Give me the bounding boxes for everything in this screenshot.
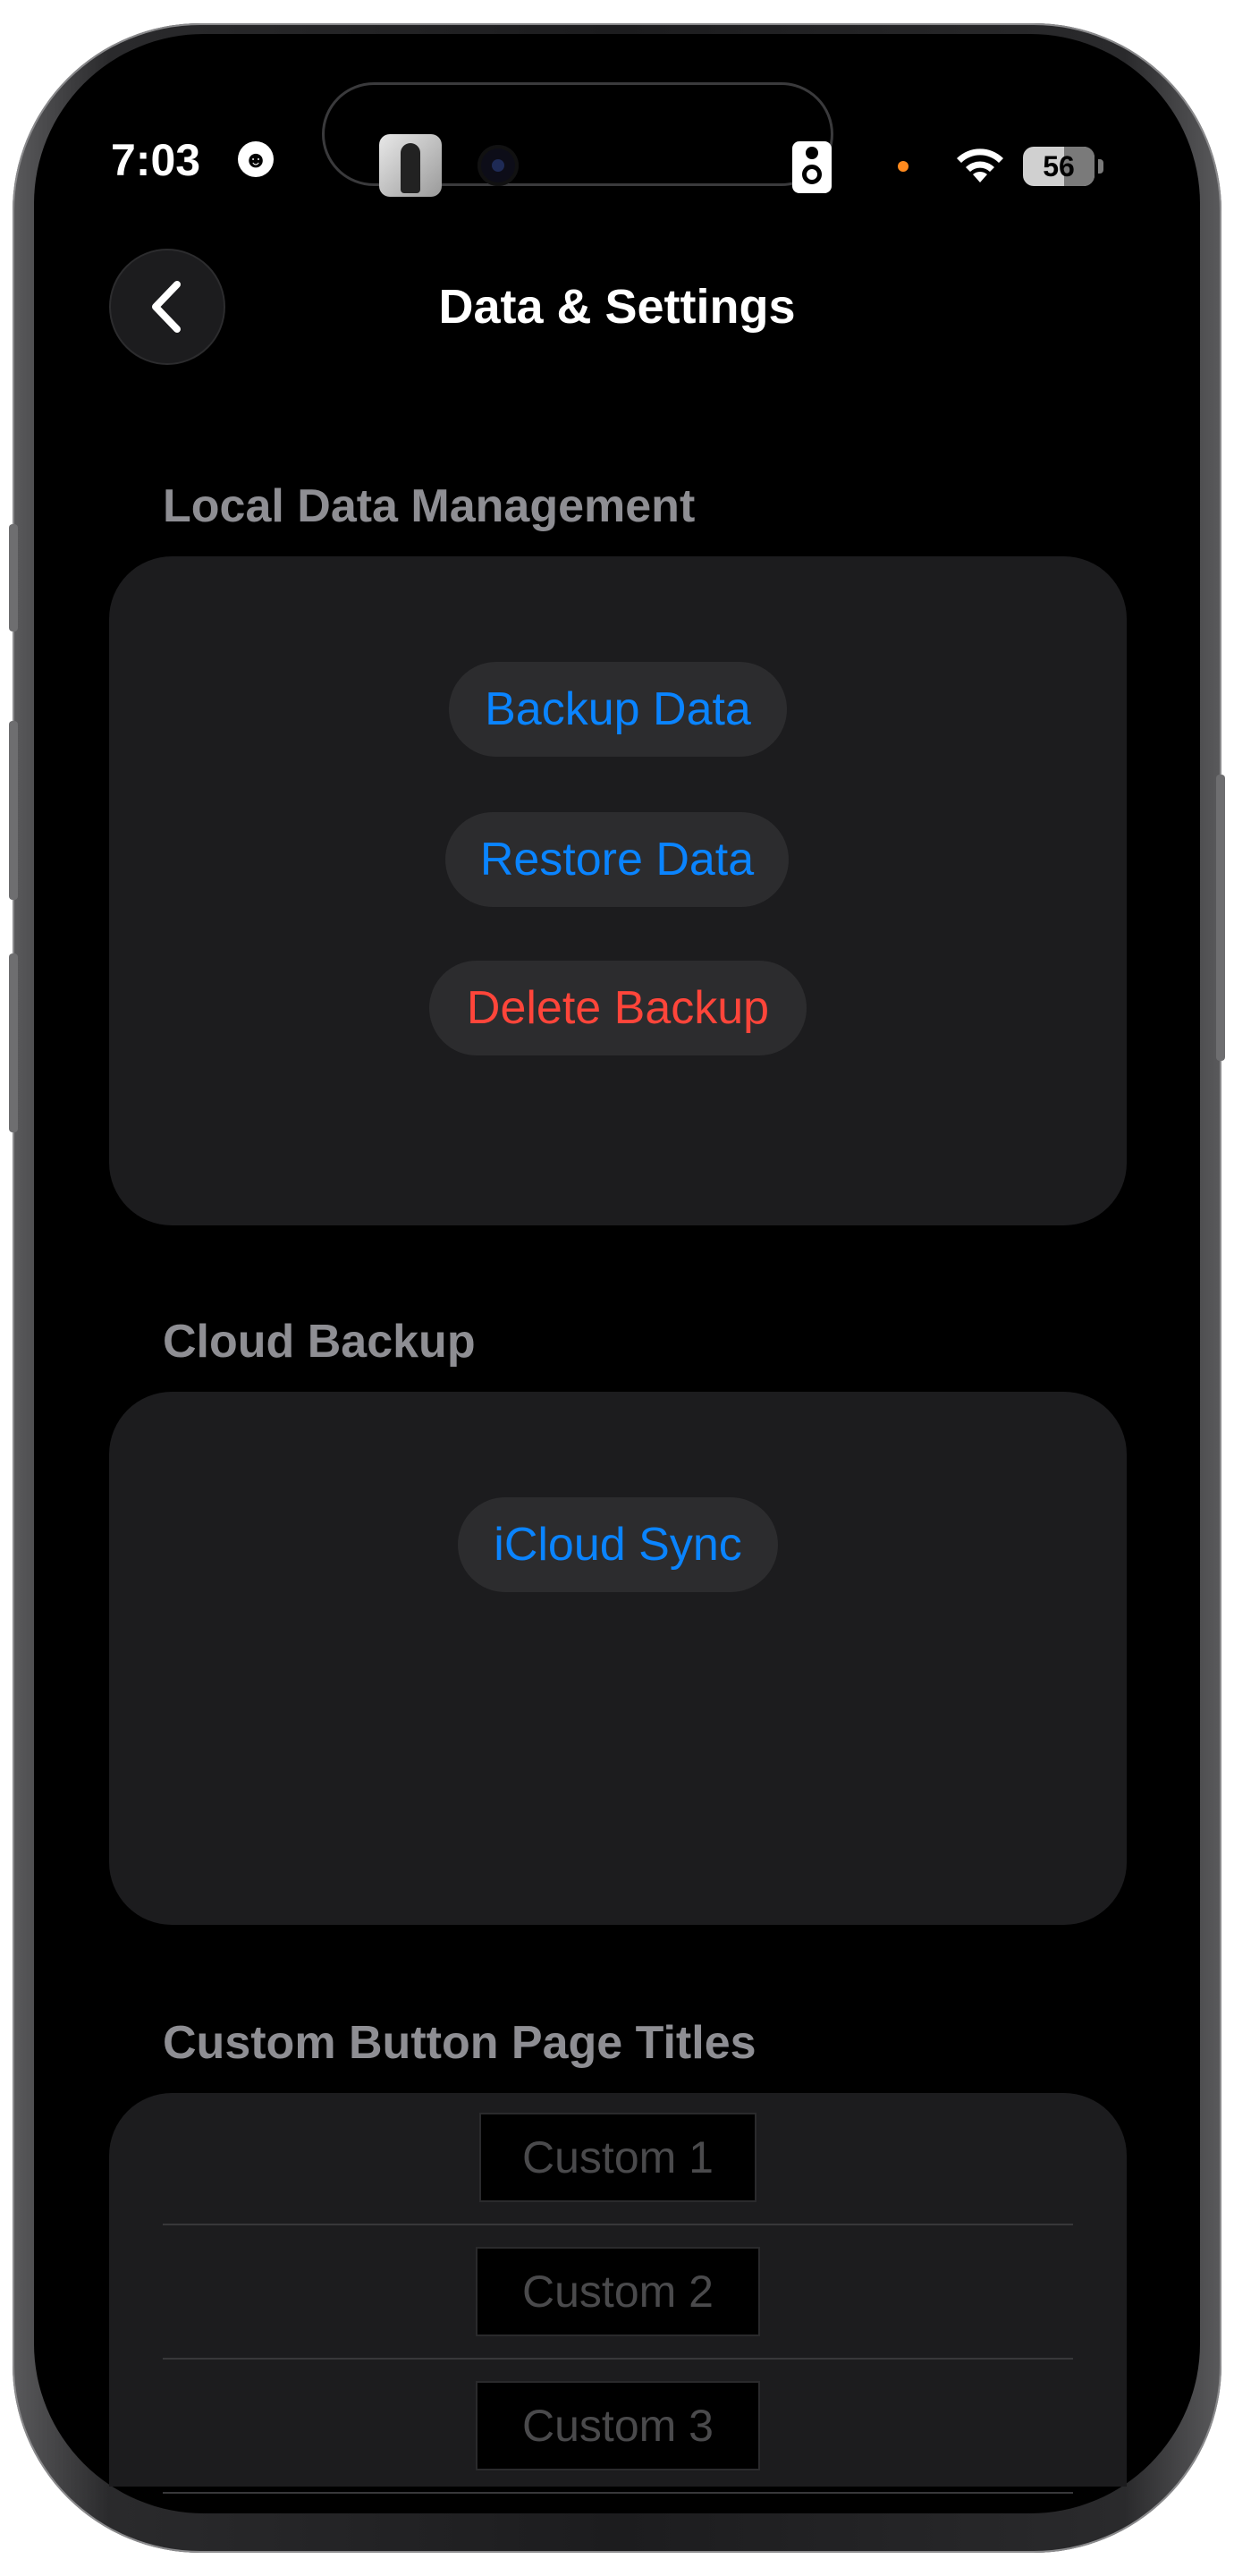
divider xyxy=(163,2492,1073,2494)
battery-icon: 56 xyxy=(1023,147,1095,186)
divider xyxy=(163,2358,1073,2360)
section-header-cloud-backup: Cloud Backup xyxy=(163,1316,476,1368)
smiley-icon: ☻ xyxy=(238,141,274,177)
action-button xyxy=(9,524,18,631)
speaker-icon[interactable] xyxy=(792,141,832,193)
volume-up-button xyxy=(9,721,18,900)
restore-data-button[interactable]: Restore Data xyxy=(445,812,789,907)
section-header-custom-titles: Custom Button Page Titles xyxy=(163,2017,756,2069)
delete-backup-button[interactable]: Delete Backup xyxy=(429,961,807,1055)
album-art-icon[interactable] xyxy=(379,134,442,197)
battery-level: 56 xyxy=(1043,150,1075,182)
custom-title-field-1[interactable]: Custom 1 xyxy=(479,2113,756,2202)
privacy-dot-icon xyxy=(898,161,909,172)
volume-down-button xyxy=(9,953,18,1132)
camera-icon xyxy=(478,145,519,186)
divider xyxy=(163,2224,1073,2225)
page-title: Data & Settings xyxy=(438,280,796,334)
custom-title-field-3[interactable]: Custom 3 xyxy=(476,2381,760,2470)
backup-data-button[interactable]: Backup Data xyxy=(449,662,787,757)
section-header-local-data: Local Data Management xyxy=(163,480,696,532)
status-time: 7:03 xyxy=(111,135,201,185)
icloud-sync-button[interactable]: iCloud Sync xyxy=(458,1497,778,1592)
cloud-backup-card xyxy=(109,1392,1127,1925)
battery-cap xyxy=(1098,159,1103,174)
power-button xyxy=(1216,775,1225,1061)
custom-title-field-2[interactable]: Custom 2 xyxy=(476,2247,760,2336)
wifi-icon xyxy=(957,148,1003,182)
